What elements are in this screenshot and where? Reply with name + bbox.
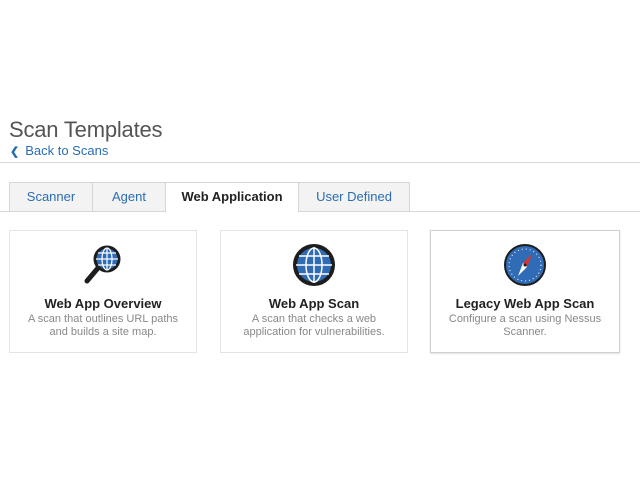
title-divider (0, 162, 640, 163)
back-link-label: Back to Scans (25, 143, 109, 158)
template-tabs: Scanner Agent Web Application User Defin… (9, 182, 410, 213)
template-card-web-app-overview[interactable]: Web App Overview A scan that outlines UR… (9, 230, 197, 353)
card-title: Web App Overview (44, 296, 162, 311)
card-title: Web App Scan (268, 296, 360, 311)
tab-web-application[interactable]: Web Application (165, 182, 298, 213)
template-card-web-app-scan[interactable]: Web App Scan A scan that checks a web ap… (220, 230, 408, 353)
tab-agent[interactable]: Agent (92, 182, 165, 212)
compass-icon (504, 244, 546, 286)
template-card-legacy-web-app-scan[interactable]: Legacy Web App Scan Configure a scan usi… (430, 230, 620, 353)
magnifier-globe-icon (84, 245, 121, 284)
globe-icon (293, 244, 335, 286)
chevron-left-icon: ❮ (10, 146, 20, 158)
page-title: Scan Templates (9, 117, 163, 142)
card-description: A scan that outlines URL paths and build… (27, 313, 178, 338)
tab-user-defined[interactable]: User Defined (298, 182, 410, 212)
card-title: Legacy Web App Scan (455, 296, 595, 311)
back-to-scans-link[interactable]: ❮ Back to Scans (10, 143, 108, 158)
tab-scanner[interactable]: Scanner (9, 182, 92, 212)
card-description: Configure a scan using Nessus Scanner. (448, 313, 602, 338)
card-description: A scan that checks a web application for… (243, 313, 385, 338)
